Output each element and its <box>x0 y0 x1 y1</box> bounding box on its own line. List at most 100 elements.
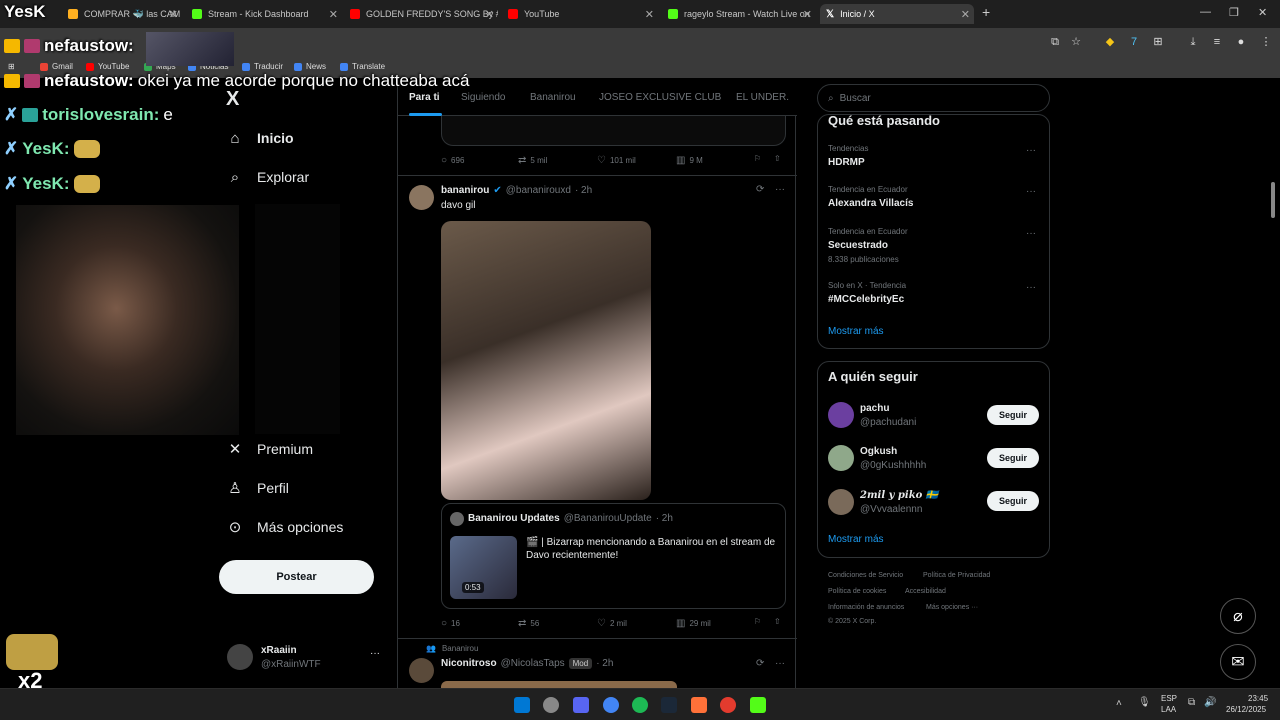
bookmark-icon[interactable]: ⚐ <box>754 154 761 163</box>
extension-icon[interactable]: 7 <box>1128 36 1140 48</box>
tab-bananirou[interactable]: Bananirou <box>530 92 576 103</box>
kick-icon[interactable] <box>750 697 766 713</box>
close-icon[interactable]: ✕ <box>645 8 654 21</box>
trend-name[interactable]: HDRMP <box>828 157 865 168</box>
like-stat[interactable]: ♡ 2 mil <box>597 618 627 629</box>
trend-name[interactable]: Secuestrado <box>828 240 888 251</box>
trend-more-icon[interactable]: ··· <box>1026 282 1036 293</box>
footer-link[interactable]: Más opciones ··· <box>926 604 978 611</box>
trend-name[interactable]: Alexandra Villacís <box>828 198 913 209</box>
grok-icon[interactable]: ⟳ <box>756 658 764 669</box>
close-icon[interactable]: ✕ <box>329 8 338 21</box>
footer-link[interactable]: Accesibilidad <box>905 588 946 595</box>
post-handle[interactable]: @NicolasTaps <box>501 658 565 669</box>
browser-tab[interactable]: Stream - Kick Dashboard ✕ <box>186 4 342 24</box>
scrollbar[interactable] <box>1271 182 1275 218</box>
tab-siguiendo[interactable]: Siguiendo <box>461 92 505 103</box>
browser-tab[interactable]: COMPRAR 🐳 las CAM ✕ <box>62 4 182 24</box>
browser-tab[interactable]: rageylo Stream - Watch Live on ✕ <box>664 4 816 24</box>
spotify-icon[interactable] <box>632 697 648 713</box>
menu-icon[interactable]: ⋮ <box>1260 36 1272 48</box>
follow-button[interactable]: Seguir <box>987 448 1039 468</box>
avatar[interactable] <box>828 402 854 428</box>
footer-link[interactable]: Información de anuncios <box>828 604 904 611</box>
post-image[interactable] <box>441 681 677 688</box>
nav-premium[interactable]: ✕ Premium <box>227 441 313 458</box>
bookmark-traducir[interactable]: Traducir <box>242 62 283 71</box>
trend-more-icon[interactable]: ··· <box>1026 145 1036 156</box>
follow-button[interactable]: Seguir <box>987 405 1039 425</box>
volume-icon[interactable]: 🔊 <box>1204 697 1216 708</box>
grok-fab-icon[interactable]: ⌀ <box>1220 598 1256 634</box>
like-stat[interactable]: ♡ 101 mil <box>597 155 636 166</box>
x-logo[interactable]: X <box>226 88 239 111</box>
grok-icon[interactable]: ⟳ <box>756 184 764 195</box>
media-icon[interactable]: ≡ <box>1211 36 1223 48</box>
language-indicator[interactable]: ESP <box>1161 694 1177 703</box>
nav-explore[interactable]: ⌕ Explorar <box>227 169 309 186</box>
bookmark-icon[interactable]: ⚐ <box>754 617 761 626</box>
messages-fab-icon[interactable]: ✉ <box>1220 644 1256 680</box>
post-more-icon[interactable]: ··· <box>775 658 785 669</box>
trend-name[interactable]: #MCCelebrityEc <box>828 294 904 305</box>
account-more-icon[interactable]: ··· <box>370 648 380 659</box>
share-icon[interactable]: ⇧ <box>774 617 781 626</box>
close-window-icon[interactable]: ✕ <box>1258 6 1267 19</box>
bookmark-gmail[interactable]: Gmail <box>40 62 73 71</box>
show-more-trends[interactable]: Mostrar más <box>828 326 884 337</box>
follow-button[interactable]: Seguir <box>987 491 1039 511</box>
post-author[interactable]: Niconitroso <box>441 658 497 669</box>
tab-para-ti[interactable]: Para ti <box>409 92 440 103</box>
repost-stat[interactable]: ⇄ 56 <box>518 618 539 629</box>
avatar[interactable] <box>227 644 253 670</box>
views-stat[interactable]: ▥ 9 M <box>676 155 703 166</box>
post-author[interactable]: bananirou <box>441 185 489 196</box>
browser-tab[interactable]: GOLDEN FREDDY'S SONG By # ✕ <box>346 4 498 24</box>
avatar[interactable] <box>409 185 434 210</box>
maximize-icon[interactable]: ❐ <box>1229 6 1239 19</box>
avatar[interactable] <box>409 658 434 683</box>
quote-post[interactable]: Bananirou Updates @BananirouUpdate · 2h … <box>441 503 786 609</box>
tab-joseo[interactable]: JOSEO EXCLUSIVE CLUB <box>599 92 721 103</box>
extension-icon[interactable]: ◆ <box>1104 36 1116 48</box>
install-icon[interactable]: ⧉ <box>1049 36 1061 48</box>
follow-name[interactable]: pachu <box>860 403 889 414</box>
minimize-icon[interactable]: — <box>1200 6 1211 18</box>
post-time[interactable]: · 2h <box>596 658 613 669</box>
post-handle[interactable]: @bananirouxd <box>506 185 571 196</box>
reply-stat[interactable]: ○ 16 <box>441 618 460 629</box>
footer-link[interactable]: Política de Privacidad <box>923 572 990 579</box>
repost-stat[interactable]: ⇄ 5 mil <box>518 155 547 166</box>
post-button[interactable]: Postear <box>219 560 374 594</box>
apps-icon[interactable]: ⊞ <box>8 62 15 71</box>
nav-profile[interactable]: ♙ Perfil <box>227 480 289 497</box>
nav-home[interactable]: ⌂ Inicio <box>227 130 293 147</box>
close-icon[interactable]: ✕ <box>485 8 494 21</box>
puzzle-icon[interactable]: ⊞ <box>1152 36 1164 48</box>
taskbar-app-icon[interactable] <box>691 697 707 713</box>
windows-start-icon[interactable] <box>514 697 530 713</box>
trend-more-icon[interactable]: ··· <box>1026 228 1036 239</box>
follow-name[interactable]: Ogkush <box>860 446 897 457</box>
post-image[interactable] <box>441 221 651 500</box>
follow-name[interactable]: 2mil y piko 🇸🇪 <box>860 490 938 501</box>
bookmark-news[interactable]: News <box>294 62 326 71</box>
bookmark-translate[interactable]: Translate <box>340 62 385 71</box>
chrome-icon[interactable] <box>603 697 619 713</box>
avatar[interactable] <box>828 445 854 471</box>
bookmark-youtube[interactable]: YouTube <box>86 62 129 71</box>
trend-more-icon[interactable]: ··· <box>1026 186 1036 197</box>
chevron-up-icon[interactable]: ˄ <box>1116 698 1122 709</box>
star-icon[interactable]: ☆ <box>1070 36 1082 48</box>
new-tab-button[interactable]: + <box>982 4 990 20</box>
discord-icon[interactable] <box>573 697 589 713</box>
close-icon[interactable]: ✕ <box>169 8 178 21</box>
footer-link[interactable]: Política de cookies <box>828 588 886 595</box>
mic-icon[interactable]: 🎙 <box>1138 697 1151 708</box>
profile-icon[interactable]: ● <box>1235 36 1247 48</box>
download-icon[interactable]: ⤓ <box>1187 36 1199 48</box>
browser-tab-active[interactable]: 𝕏 Inicio / X ✕ <box>820 4 974 24</box>
post-time[interactable]: · 2h <box>575 185 592 196</box>
taskbar-app-icon[interactable] <box>543 697 559 713</box>
quote-video-thumb[interactable]: 0:53 <box>450 536 517 599</box>
